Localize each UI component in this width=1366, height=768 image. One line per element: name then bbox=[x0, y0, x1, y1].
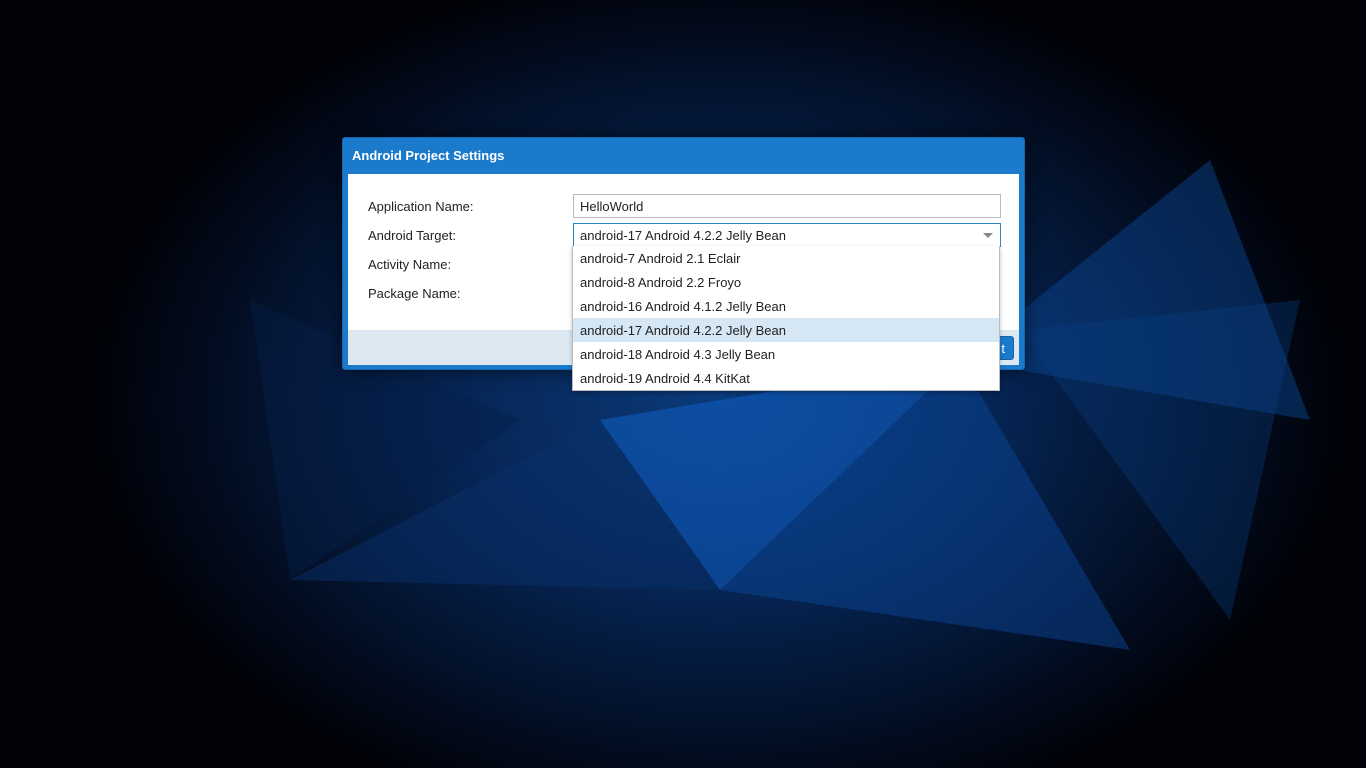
dropdown-option-selected[interactable]: android-17 Android 4.2.2 Jelly Bean bbox=[573, 318, 999, 342]
android-target-label: Android Target: bbox=[368, 228, 456, 243]
dropdown-option[interactable]: android-7 Android 2.1 Eclair bbox=[573, 246, 999, 270]
dropdown-option[interactable]: android-8 Android 2.2 Froyo bbox=[573, 270, 999, 294]
dropdown-option[interactable]: android-16 Android 4.1.2 Jelly Bean bbox=[573, 294, 999, 318]
application-name-label: Application Name: bbox=[368, 199, 474, 214]
dialog-title[interactable]: Android Project Settings bbox=[343, 138, 1024, 174]
dropdown-option[interactable]: android-18 Android 4.3 Jelly Bean bbox=[573, 342, 999, 366]
activity-name-label: Activity Name: bbox=[368, 257, 452, 272]
android-target-select[interactable]: android-17 Android 4.2.2 Jelly Bean bbox=[573, 223, 1001, 247]
application-name-input[interactable] bbox=[573, 194, 1001, 218]
chevron-down-icon[interactable] bbox=[983, 233, 993, 238]
android-target-selected-value: android-17 Android 4.2.2 Jelly Bean bbox=[580, 228, 786, 243]
package-name-label: Package Name: bbox=[368, 286, 461, 301]
android-target-dropdown-list: android-7 Android 2.1 Eclair android-8 A… bbox=[572, 246, 1000, 391]
dropdown-option[interactable]: android-19 Android 4.4 KitKat bbox=[573, 366, 999, 390]
